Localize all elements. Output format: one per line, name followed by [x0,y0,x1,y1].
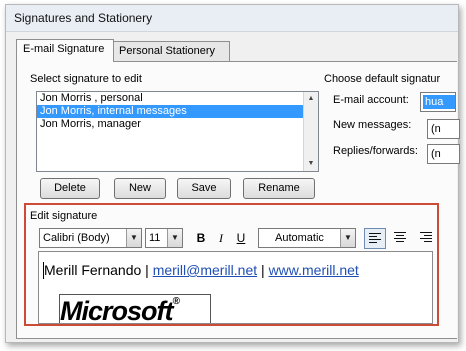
chevron-down-icon[interactable]: ▼ [167,229,182,247]
signature-line: Merill Fernando | merill@merill.net | ww… [44,262,359,278]
list-scrollbar[interactable]: ▲ ▼ [303,92,318,171]
window-title: Signatures and Stationery [14,11,153,25]
size-value: 11 [149,232,161,244]
microsoft-logo: Microsoft® [60,296,180,324]
scroll-up-icon[interactable]: ▲ [304,92,318,106]
bold-button[interactable]: B [193,230,209,246]
align-left-button[interactable] [364,228,386,249]
email-account-label: E-mail account: [333,94,409,106]
new-messages-select[interactable]: (n [427,119,460,139]
email-account-value: hua [423,95,455,109]
align-right-button[interactable] [416,228,436,247]
italic-button[interactable]: I [213,230,229,246]
align-center-icon [394,232,406,244]
signature-name: Merill Fernando [44,262,142,278]
separator: | [261,262,265,278]
tab-personal-stationery[interactable]: Personal Stationery [112,41,230,61]
edit-signature-label: Edit signature [30,210,98,222]
select-signature-label: Select signature to edit [30,73,142,85]
default-signature-label: Choose default signatur [324,73,441,85]
scroll-down-icon[interactable]: ▼ [304,157,318,171]
list-item[interactable]: Jon Morris , personal [37,92,318,105]
separator: | [145,262,149,278]
align-center-button[interactable] [390,228,410,247]
list-item[interactable]: Jon Morris, manager [37,118,318,131]
signature-logo-image[interactable]: Microsoft® [59,294,211,324]
replies-forwards-label: Replies/forwards: [333,145,418,157]
replies-forwards-select[interactable]: (n [427,144,460,164]
underline-button[interactable]: U [233,230,249,246]
align-left-icon [369,233,381,245]
font-color-select[interactable]: Automatic ▼ [258,228,356,248]
new-button[interactable]: New [114,178,166,199]
signature-list[interactable]: Jon Morris , personal Jon Morris, intern… [36,91,319,172]
font-value: Calibri (Body) [43,232,110,244]
title-bar: Signatures and Stationery [6,5,458,32]
email-account-select[interactable]: hua [420,92,456,112]
tab-email-signature-label: E-mail Signature [23,43,105,55]
signature-editor[interactable]: Merill Fernando | merill@merill.net | ww… [38,251,433,324]
signature-email-link[interactable]: merill@merill.net [153,262,257,278]
size-select[interactable]: 11 ▼ [145,228,183,248]
align-right-icon [420,232,432,244]
delete-button[interactable]: Delete [40,178,100,199]
list-item-selected[interactable]: Jon Morris, internal messages [37,105,318,118]
save-button[interactable]: Save [177,178,231,199]
font-select[interactable]: Calibri (Body) ▼ [39,228,142,248]
chevron-down-icon[interactable]: ▼ [126,229,141,247]
tab-email-signature[interactable]: E-mail Signature [16,39,114,62]
font-color-value: Automatic [275,232,324,244]
new-messages-label: New messages: [333,119,412,131]
chevron-down-icon[interactable]: ▼ [340,229,355,247]
rename-button[interactable]: Rename [243,178,315,199]
tab-personal-stationery-label: Personal Stationery [119,45,215,57]
signature-website-link[interactable]: www.merill.net [269,262,359,278]
